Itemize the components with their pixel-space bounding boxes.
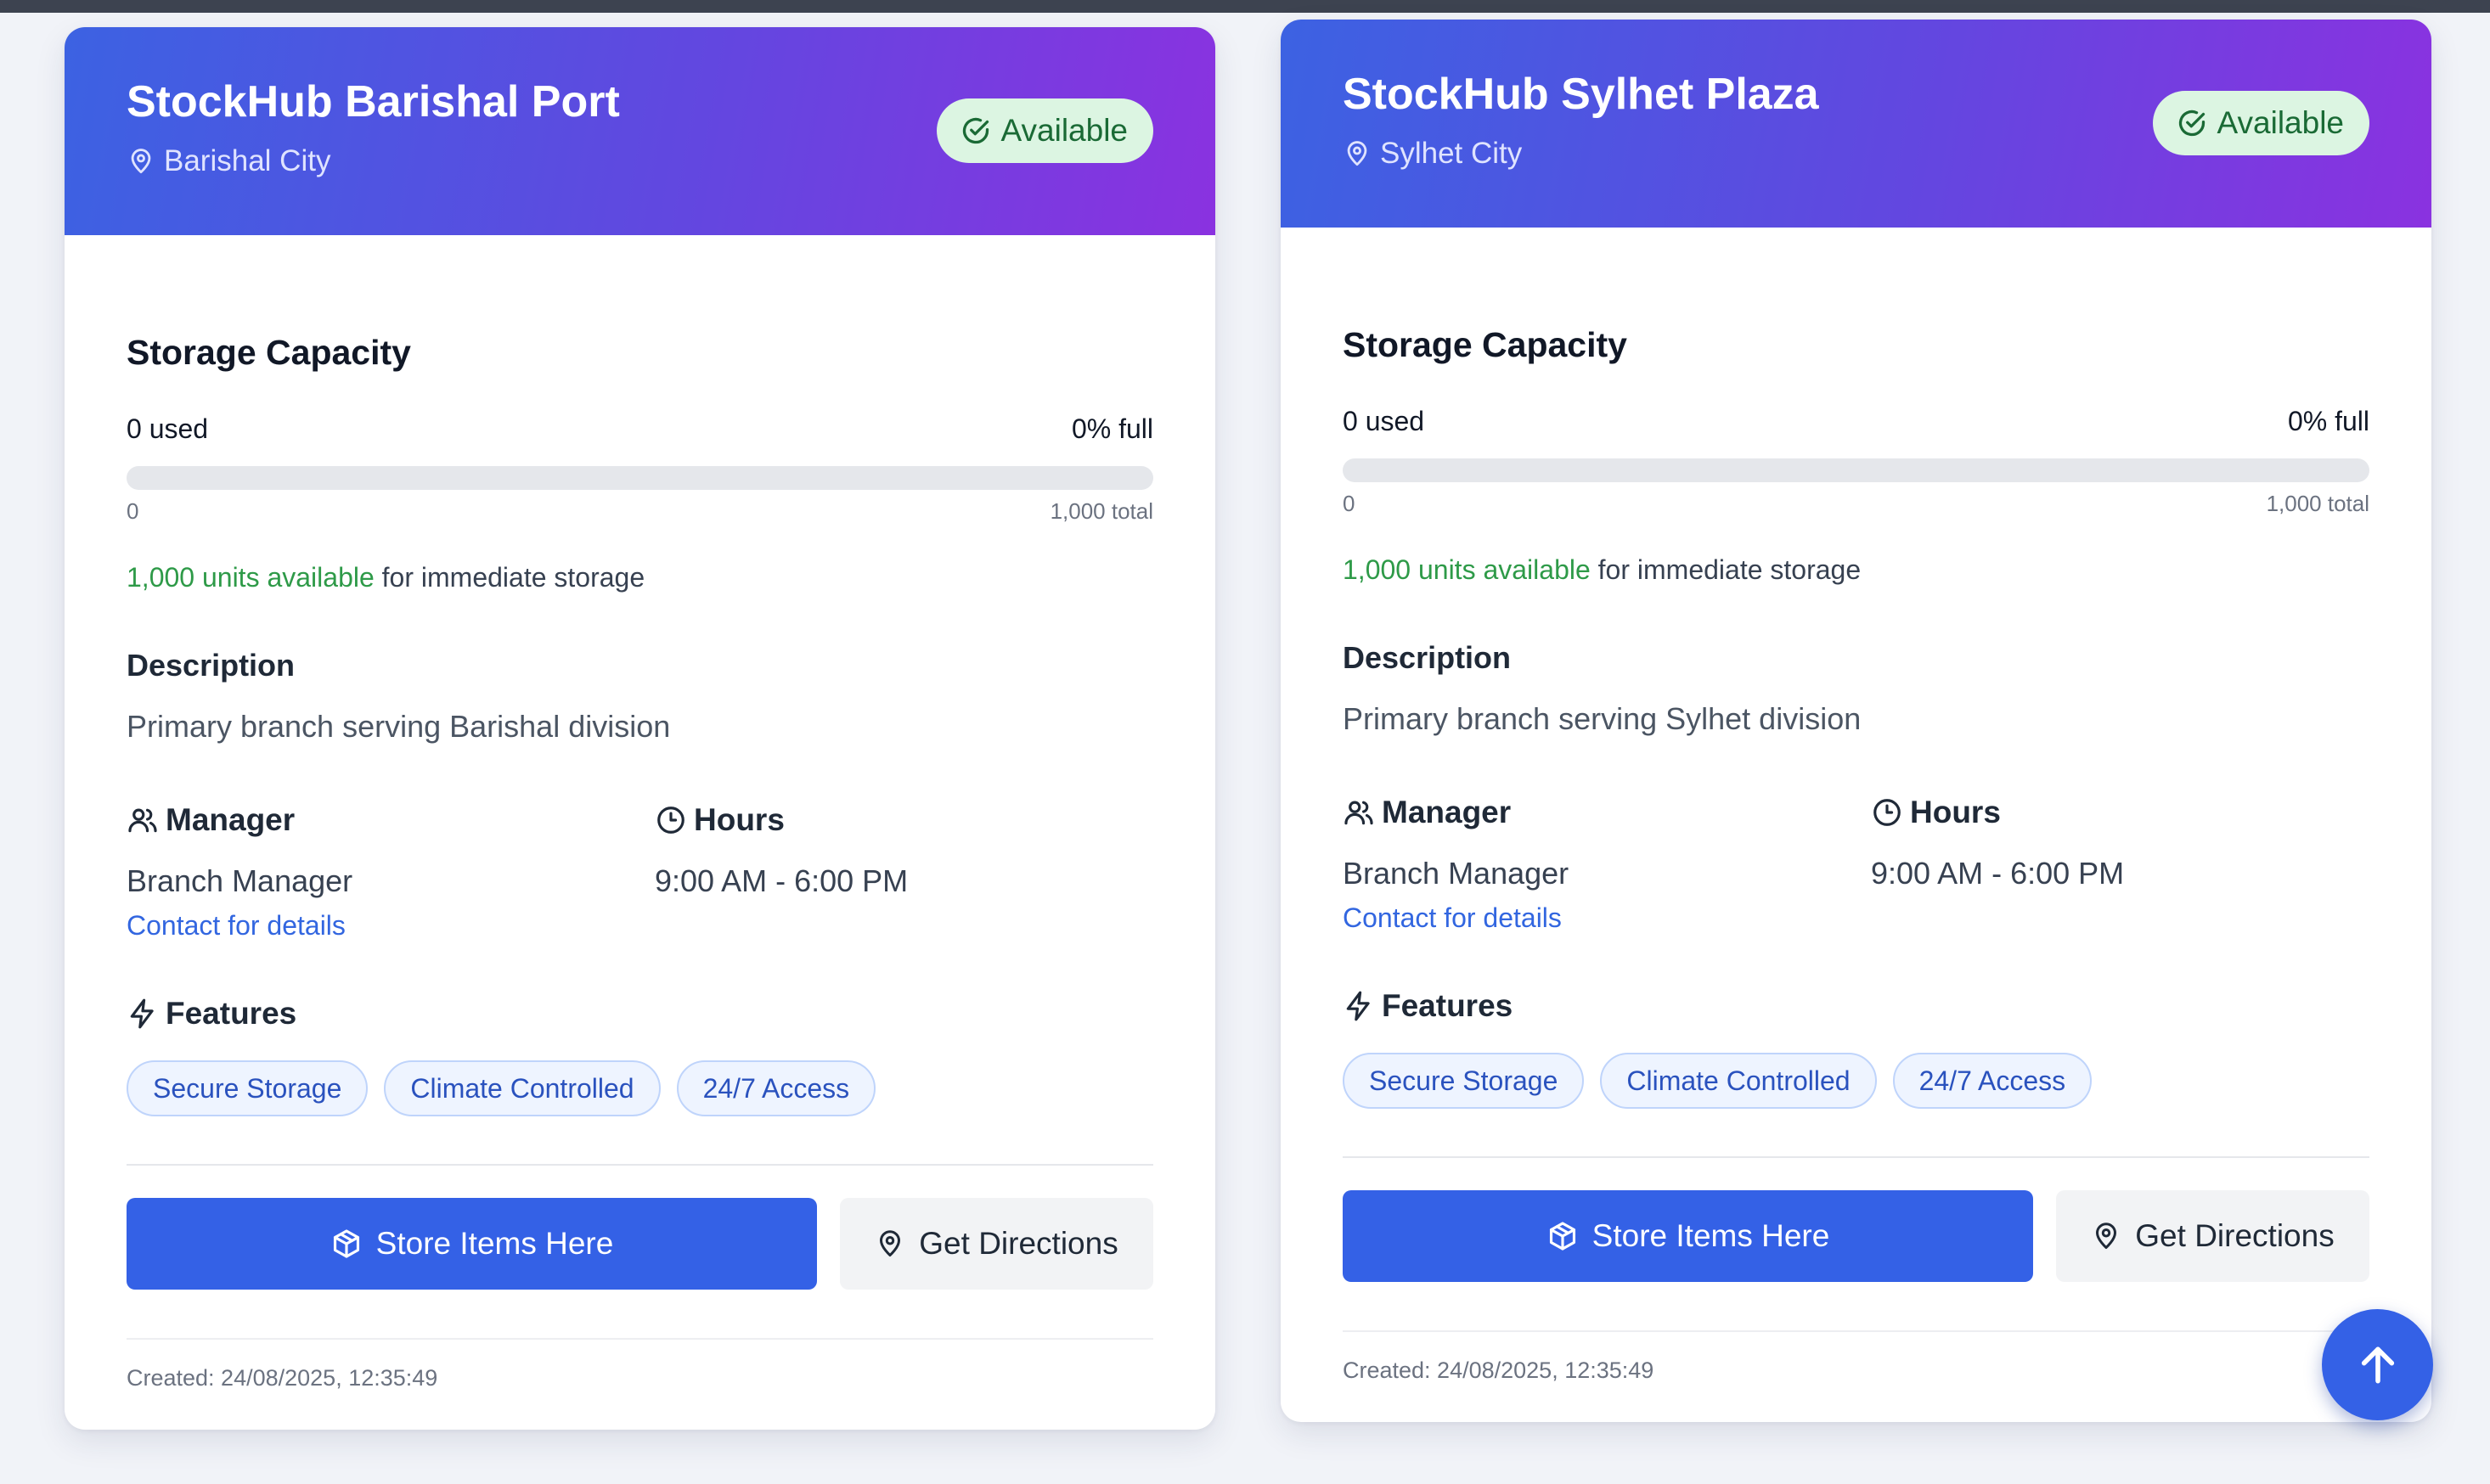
- map-pin-icon: [880, 1230, 901, 1256]
- store-items-button[interactable]: Store Items Here: [127, 1198, 817, 1290]
- check-circle-icon: [962, 117, 989, 144]
- availability-text: 1,000 units available for immediate stor…: [1343, 554, 1861, 586]
- feature-tags: Secure Storage Climate Controlled 24/7 A…: [1343, 1053, 2093, 1109]
- contact-link[interactable]: Contact for details: [1343, 902, 1562, 934]
- package-icon: [333, 1229, 359, 1258]
- map-pin-icon: [131, 149, 151, 174]
- status-label: Available: [1000, 113, 1128, 148]
- store-items-label: Store Items Here: [375, 1226, 614, 1261]
- feature-tag: Secure Storage: [127, 1060, 369, 1116]
- capacity-total-label: 1,000 total: [2266, 491, 2369, 516]
- hours-heading-label: Hours: [694, 802, 785, 837]
- created-timestamp: Created: 24/08/2025, 12:35:49: [127, 1365, 438, 1391]
- description-text: Primary branch serving Barishal division: [127, 709, 671, 744]
- features-heading-label: Features: [1382, 988, 1513, 1023]
- card-header: StockHub Barishal Port Barishal City Ava…: [65, 27, 1215, 235]
- users-icon: [1344, 801, 1373, 825]
- description-heading: Description: [127, 648, 296, 683]
- store-items-label: Store Items Here: [1591, 1218, 1830, 1253]
- manager-name: Branch Manager: [1343, 856, 1569, 891]
- status-label: Available: [2217, 105, 2344, 140]
- features-heading: Features: [1343, 988, 1513, 1024]
- get-directions-label: Get Directions: [919, 1226, 1118, 1261]
- get-directions-button[interactable]: Get Directions: [840, 1198, 1153, 1290]
- used-label: 0 used: [1343, 406, 1425, 436]
- scroll-to-top-button[interactable]: [2322, 1309, 2433, 1420]
- browser-top-bar: [0, 0, 2490, 13]
- manager-heading-label: Manager: [1382, 795, 1512, 829]
- capacity-min-label: 0: [127, 498, 139, 524]
- card-header: StockHub Sylhet Plaza Sylhet City Availa…: [1281, 20, 2431, 228]
- percent-full-label: 0% full: [2287, 406, 2369, 436]
- feature-tag: Climate Controlled: [1600, 1053, 1877, 1109]
- divider: [127, 1338, 1153, 1340]
- status-badge: Available: [2152, 91, 2369, 155]
- features-heading: Features: [127, 996, 296, 1031]
- lightning-icon: [1346, 991, 1370, 1021]
- capacity-total-label: 1,000 total: [1050, 498, 1153, 524]
- hours-heading: Hours: [1871, 795, 2001, 830]
- hours-heading: Hours: [655, 802, 785, 838]
- status-badge: Available: [936, 98, 1153, 163]
- divider: [1343, 1330, 2369, 1332]
- warehouse-title: StockHub Sylhet Plaza: [1343, 70, 1819, 119]
- manager-name: Branch Manager: [127, 863, 353, 898]
- check-circle-icon: [2178, 110, 2205, 137]
- feature-tag: Climate Controlled: [384, 1060, 661, 1116]
- storage-capacity-heading: Storage Capacity: [1343, 325, 1627, 364]
- hours-heading-label: Hours: [1910, 795, 2001, 829]
- location: Barishal City: [127, 144, 330, 178]
- storage-capacity-heading: Storage Capacity: [127, 333, 411, 372]
- manager-heading-label: Manager: [166, 802, 296, 837]
- capacity-progress-bar: [127, 466, 1153, 490]
- availability-text: 1,000 units available for immediate stor…: [127, 562, 645, 593]
- city-label: Sylhet City: [1380, 137, 1523, 170]
- map-pin-icon: [2096, 1223, 2117, 1249]
- description-text: Primary branch serving Sylhet division: [1343, 701, 1862, 736]
- warehouse-card: StockHub Barishal Port Barishal City Ava…: [65, 27, 1215, 1430]
- lightning-icon: [130, 998, 154, 1029]
- description-heading: Description: [1343, 640, 1512, 675]
- feature-tag: 24/7 Access: [1892, 1053, 2093, 1109]
- clock-icon: [1873, 799, 1901, 826]
- warehouse-card: StockHub Sylhet Plaza Sylhet City Availa…: [1281, 20, 2431, 1422]
- capacity-progress-bar: [1343, 458, 2369, 482]
- feature-tag: 24/7 Access: [676, 1060, 876, 1116]
- manager-heading: Manager: [127, 802, 295, 838]
- divider: [127, 1164, 1153, 1166]
- warehouse-title: StockHub Barishal Port: [127, 77, 620, 126]
- contact-link[interactable]: Contact for details: [127, 910, 346, 942]
- arrow-up-icon: [2361, 1346, 2394, 1383]
- hours-value: 9:00 AM - 6:00 PM: [1871, 856, 2125, 891]
- divider: [1343, 1156, 2369, 1158]
- city-label: Barishal City: [164, 144, 331, 177]
- available-units: 1,000 units available: [127, 562, 375, 593]
- feature-tag: Secure Storage: [1343, 1053, 1585, 1109]
- clock-icon: [657, 807, 684, 834]
- map-pin-icon: [1347, 141, 1367, 166]
- availability-rest: for immediate storage: [374, 562, 645, 593]
- package-icon: [1549, 1222, 1575, 1251]
- capacity-min-label: 0: [1343, 491, 1355, 516]
- get-directions-button[interactable]: Get Directions: [2056, 1190, 2369, 1282]
- percent-full-label: 0% full: [1071, 413, 1153, 444]
- manager-heading: Manager: [1343, 795, 1511, 830]
- created-timestamp: Created: 24/08/2025, 12:35:49: [1343, 1358, 1654, 1383]
- hours-value: 9:00 AM - 6:00 PM: [655, 863, 909, 898]
- features-heading-label: Features: [166, 996, 297, 1031]
- available-units: 1,000 units available: [1343, 554, 1591, 585]
- availability-rest: for immediate storage: [1590, 554, 1862, 585]
- get-directions-label: Get Directions: [2135, 1218, 2335, 1253]
- used-label: 0 used: [127, 413, 209, 444]
- users-icon: [128, 808, 157, 833]
- store-items-button[interactable]: Store Items Here: [1343, 1190, 2033, 1282]
- feature-tags: Secure Storage Climate Controlled 24/7 A…: [127, 1060, 876, 1116]
- location: Sylhet City: [1343, 137, 1522, 171]
